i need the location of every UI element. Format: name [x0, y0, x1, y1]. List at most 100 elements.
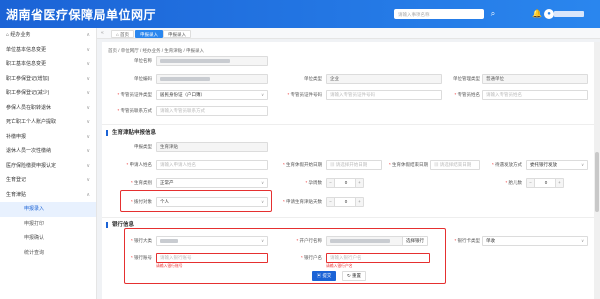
- minus-icon[interactable]: −: [527, 179, 535, 187]
- sidebar: ⌂ 经办业务 ∧ 单位基本信息变更 ∨ 职工基本信息变更 ∨ 职工参保登记(增加) ∨ 职工参保…: [0, 28, 97, 299]
- sidebar-item-label: 参保人员在职转退休: [6, 104, 52, 111]
- search-input[interactable]: 请输入事项名称: [394, 9, 484, 19]
- sidebar-item-label: 补缴申报: [6, 133, 27, 140]
- sidebar-item-label: 申报确认: [24, 235, 45, 241]
- chevron-icon: ∨: [86, 75, 90, 82]
- sidebar-item[interactable]: 职工参保登记(增加) ∨: [0, 72, 96, 87]
- sidebar-item-label: 生育津贴: [6, 191, 27, 198]
- minus-icon[interactable]: −: [327, 179, 335, 187]
- agent-cert-no-label: * 专管员证件号码: [287, 92, 322, 97]
- sidebar-item[interactable]: 补缴申报 ∨: [0, 130, 96, 145]
- unit-name-field: [156, 56, 268, 66]
- user-name[interactable]: [554, 11, 584, 17]
- plus-icon[interactable]: +: [355, 179, 363, 187]
- end-date-input[interactable]: ▦ 请选择结束日期: [430, 160, 480, 170]
- preg-weeks-stepper[interactable]: −0 +: [326, 178, 364, 188]
- preg-weeks-label: * 孕周数: [305, 180, 322, 185]
- sidebar-item-label: 申报打印: [24, 220, 45, 227]
- unit-no-label: 单位编码: [134, 76, 152, 81]
- chevron-icon: ∨: [86, 46, 90, 53]
- card-type-select[interactable]: 单收 ∨: [482, 236, 588, 246]
- sidebar-item[interactable]: 申报打印: [0, 217, 96, 232]
- start-date-input[interactable]: ▦ 请选择开始日期: [326, 160, 382, 170]
- sidebar-item[interactable]: 参保人员在职转退休 ∨: [0, 101, 96, 116]
- chevron-icon: ∨: [86, 148, 90, 154]
- unit-no-field: [156, 74, 268, 84]
- fetus-count-label: * 胎儿数: [505, 180, 522, 185]
- sidebar-item[interactable]: 生育津贴 ∧: [0, 188, 96, 203]
- chevron-icon: ∨: [86, 104, 90, 111]
- agent-cert-type-select[interactable]: 居民身份证（户口簿） ∨: [156, 90, 268, 100]
- chevron-down-icon: ∨: [581, 162, 584, 167]
- breadcrumb: 首页 / 单位网厅 / 经办业务 / 生育津贴 / 申报录入: [108, 48, 205, 53]
- scrollbar[interactable]: [594, 42, 600, 299]
- bell-icon[interactable]: 🔔: [532, 9, 542, 19]
- sidebar-item-label: 医疗保险缴费申报认定: [6, 162, 57, 169]
- chevron-icon: ∨: [86, 119, 90, 125]
- chevron-icon: ∨: [86, 61, 90, 67]
- agent-contact-label: * 专管员联系方式: [117, 108, 152, 113]
- tab-bar: « ⌂ 首页 申报录入 申报录入: [97, 28, 600, 39]
- agent-cert-type-label: * 专管员证件类型: [117, 92, 152, 97]
- sidebar-item[interactable]: 统计查询: [0, 246, 96, 261]
- sidebar-item[interactable]: 职工基本信息变更 ∨: [0, 57, 96, 72]
- sidebar-item[interactable]: ⌂ 经办业务 ∧: [0, 28, 96, 43]
- sidebar-item-label: 职工基本信息变更: [6, 61, 47, 67]
- sidebar-item[interactable]: 死亡职工个人账户提取 ∨: [0, 115, 96, 130]
- unit-type-field: 企业: [326, 74, 442, 84]
- sidebar-item-label: 单位基本信息变更: [6, 46, 47, 53]
- app-title: 湖南省医疗保障局单位网厅: [6, 8, 157, 22]
- avatar[interactable]: ●: [544, 9, 554, 19]
- agent-name-input[interactable]: 请输入专管员姓名: [482, 90, 588, 100]
- sidebar-item[interactable]: 职工参保登记(减少) ∨: [0, 86, 96, 101]
- allowance-days-label: * 申请生育津贴天数: [282, 199, 322, 204]
- sidebar-item[interactable]: 退休人员一次性缴纳 ∨: [0, 144, 96, 159]
- apply-type-field: 生育津贴: [156, 142, 268, 152]
- minus-icon[interactable]: −: [327, 198, 335, 206]
- agent-contact-input[interactable]: 请输入专管员联系方式: [156, 106, 268, 116]
- plus-icon[interactable]: +: [555, 179, 563, 187]
- chevron-down-icon: ∨: [261, 180, 264, 185]
- sidebar-item-label: 死亡职工个人账户提取: [6, 119, 57, 125]
- sidebar-item[interactable]: 单位基本信息变更 ∨: [0, 43, 96, 58]
- treat-select[interactable]: 委托银行发放 ∨: [526, 160, 588, 170]
- birth-type-select[interactable]: 正常产 ∨: [156, 178, 268, 188]
- unit-name-label: 单位名称: [134, 58, 152, 63]
- sidebar-item-label: 退休人员一次性缴纳: [6, 148, 52, 154]
- scrollbar-thumb[interactable]: [595, 152, 599, 212]
- tab-prev-icon[interactable]: «: [101, 30, 104, 36]
- chevron-down-icon: ∨: [581, 238, 584, 243]
- allowance-days-stepper[interactable]: −0 +: [326, 197, 364, 207]
- chevron-down-icon: ∨: [261, 92, 264, 97]
- end-date-label: * 生育休假结束日期: [388, 162, 428, 167]
- sidebar-item[interactable]: 医疗保险缴费申报认定 ∨: [0, 159, 96, 174]
- chevron-icon: ∨: [86, 177, 90, 183]
- unit-type-label: 单位类型: [304, 76, 322, 81]
- divider: [102, 217, 594, 218]
- unit-mgmt-label: 单位管理类型: [453, 76, 480, 81]
- chevron-icon: ∨: [86, 90, 90, 96]
- chevron-icon: ∨: [86, 162, 90, 169]
- sidebar-item[interactable]: 申报录入: [0, 202, 96, 217]
- chevron-icon: ∧: [86, 32, 90, 38]
- sidebar-item-label: 经办业务: [10, 32, 31, 38]
- sidebar-item-label: 申报录入: [24, 206, 45, 212]
- start-date-label: * 生育休假开始日期: [282, 162, 322, 167]
- applicant-name-input[interactable]: 请输入申请人姓名: [156, 160, 268, 170]
- sidebar-item[interactable]: 生育登记 ∨: [0, 173, 96, 188]
- section-title-apply: 生育津贴申报信息: [106, 130, 156, 136]
- plus-icon[interactable]: +: [355, 198, 363, 206]
- chevron-icon: ∧: [86, 191, 90, 198]
- applicant-name-label: * 申请人姓名: [126, 162, 152, 167]
- fetus-count-stepper[interactable]: −0 +: [526, 178, 564, 188]
- sidebar-item[interactable]: 申报确认: [0, 231, 96, 246]
- agent-cert-no-input[interactable]: 请输入专管员证件号码: [326, 90, 442, 100]
- treat-label: * 待遇发放方式: [491, 162, 522, 167]
- tab-apply-entry[interactable]: 申报录入: [135, 30, 163, 38]
- search-icon[interactable]: ⌕: [488, 9, 498, 19]
- sidebar-item-label: 职工参保登记(增加): [6, 75, 50, 82]
- tab-home[interactable]: ⌂ 首页: [111, 30, 134, 38]
- agent-name-label: * 专管员姓名: [454, 92, 480, 97]
- sidebar-item-label: 生育登记: [6, 177, 27, 183]
- tab-apply-entry-2[interactable]: 申报录入: [163, 30, 191, 38]
